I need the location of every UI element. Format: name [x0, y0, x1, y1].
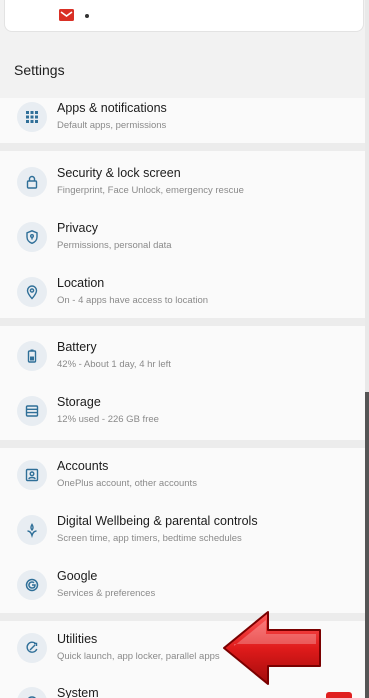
- setting-title: Google: [57, 569, 98, 583]
- setting-storage[interactable]: Storage 12% used - 226 GB free: [0, 385, 365, 440]
- setting-subtitle: Quick launch, app locker, parallel apps: [57, 651, 220, 662]
- setting-location[interactable]: Location On - 4 apps have access to loca…: [0, 266, 365, 321]
- setting-battery[interactable]: Battery 42% - About 1 day, 4 hr left: [0, 330, 365, 385]
- setting-subtitle: On - 4 apps have access to location: [57, 295, 209, 306]
- setting-title: Apps & notifications: [57, 101, 167, 115]
- notification-dot: [85, 14, 89, 18]
- setting-privacy[interactable]: Privacy Permissions, personal data: [0, 211, 365, 266]
- setting-digital-wellbeing[interactable]: Digital Wellbeing & parental controls Sc…: [0, 504, 365, 559]
- setting-subtitle: Default apps, permissions: [57, 120, 167, 131]
- google-icon: [17, 570, 47, 600]
- setting-title: Location: [57, 276, 105, 290]
- red-badge: [326, 692, 352, 698]
- account-icon: [17, 460, 47, 490]
- system-icon: [17, 687, 47, 698]
- setting-subtitle: 12% used - 226 GB free: [57, 414, 159, 425]
- setting-subtitle: Services & preferences: [57, 588, 156, 599]
- page-title: Settings: [14, 62, 65, 78]
- setting-accounts[interactable]: Accounts OnePlus account, other accounts: [0, 449, 365, 504]
- setting-google[interactable]: Google Services & preferences: [0, 559, 365, 614]
- setting-title: Utilities: [57, 632, 98, 646]
- group-divider: [0, 440, 365, 448]
- setting-subtitle: OnePlus account, other accounts: [57, 478, 197, 489]
- status-bar: [4, 0, 364, 32]
- shield-icon: [17, 222, 47, 252]
- storage-icon: [17, 396, 47, 426]
- apps-grid-icon: [17, 102, 47, 132]
- setting-title: Storage: [57, 395, 101, 409]
- lock-icon: [17, 167, 47, 197]
- setting-apps-notifications[interactable]: Apps & notifications Default apps, permi…: [0, 91, 365, 146]
- setting-title: Digital Wellbeing & parental controls: [57, 514, 258, 528]
- gmail-icon: [59, 9, 74, 21]
- setting-security-lock-screen[interactable]: Security & lock screen Fingerprint, Face…: [0, 156, 365, 211]
- setting-subtitle: 42% - About 1 day, 4 hr left: [57, 359, 171, 370]
- setting-title: Security & lock screen: [57, 166, 181, 180]
- setting-subtitle: Permissions, personal data: [57, 240, 172, 251]
- battery-icon: [17, 341, 47, 371]
- setting-title: Battery: [57, 340, 97, 354]
- setting-title: System: [57, 686, 99, 698]
- red-arrow-annotation: [223, 611, 321, 685]
- wellbeing-icon: [17, 515, 47, 545]
- setting-subtitle: Screen time, app timers, bedtime schedul…: [57, 533, 242, 544]
- location-pin-icon: [17, 277, 47, 307]
- setting-title: Privacy: [57, 221, 98, 235]
- setting-title: Accounts: [57, 459, 109, 473]
- scrollbar[interactable]: [365, 392, 369, 698]
- setting-subtitle: Fingerprint, Face Unlock, emergency resc…: [57, 185, 244, 196]
- utilities-icon: [17, 633, 47, 663]
